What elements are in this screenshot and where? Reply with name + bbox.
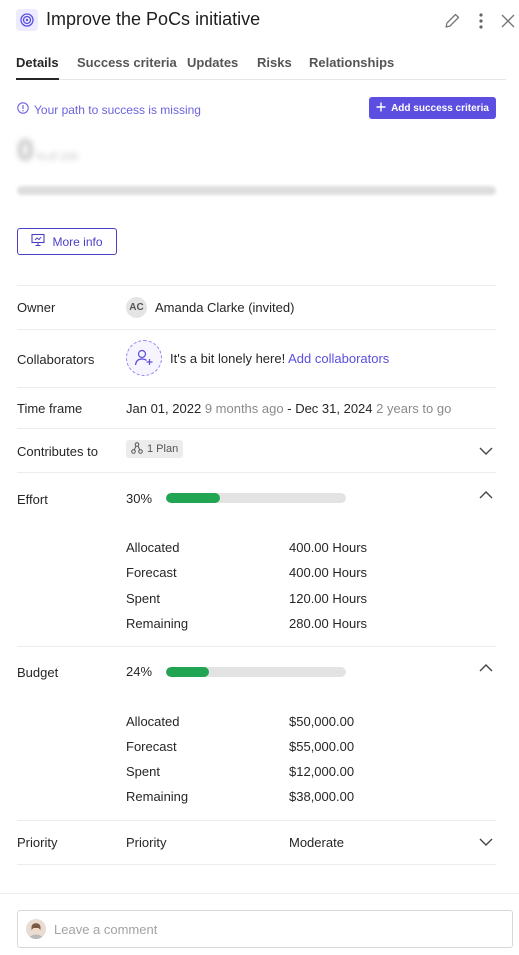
tab-relationships[interactable]: Relationships bbox=[309, 55, 394, 80]
avatar: AC bbox=[126, 297, 147, 318]
chevron-up-icon[interactable] bbox=[478, 487, 494, 503]
add-success-criteria-label: Add success criteria bbox=[391, 102, 489, 114]
presentation-icon bbox=[31, 233, 46, 250]
success-percent-unit: % bbox=[35, 151, 46, 163]
success-percent-value: 0 bbox=[17, 134, 34, 167]
success-percent: 0% of 100 bbox=[17, 134, 78, 168]
divider bbox=[17, 428, 496, 429]
divider bbox=[17, 820, 496, 821]
collaborators-empty-text: It's a bit lonely here! bbox=[170, 351, 286, 366]
divider bbox=[17, 285, 496, 286]
budget-allocated-value: $50,000.00 bbox=[289, 714, 355, 729]
close-icon[interactable] bbox=[497, 10, 519, 32]
budget-forecast-label: Forecast bbox=[126, 739, 177, 754]
chevron-down-icon[interactable] bbox=[478, 443, 494, 459]
effort-progress-bar bbox=[166, 493, 346, 503]
hierarchy-icon bbox=[131, 441, 143, 457]
effort-remaining-label: Remaining bbox=[126, 616, 189, 631]
effort-label: Effort bbox=[17, 492, 48, 507]
tab-updates[interactable]: Updates bbox=[187, 55, 238, 80]
priority-label: Priority bbox=[17, 835, 58, 850]
add-collaborators-link[interactable]: Add collaborators bbox=[288, 351, 389, 366]
tab-details[interactable]: Details bbox=[16, 55, 59, 80]
effort-forecast-label: Forecast bbox=[126, 565, 177, 580]
timeframe-label: Time frame bbox=[17, 401, 83, 416]
tab-risks[interactable]: Risks bbox=[257, 55, 292, 80]
owner-label: Owner bbox=[17, 300, 56, 315]
effort-percent: 30% bbox=[126, 491, 153, 506]
page-title: Improve the PoCs initiative bbox=[46, 9, 261, 29]
budget-remaining-value: $38,000.00 bbox=[289, 789, 355, 804]
effort-allocated-value: 400.00 Hours bbox=[289, 540, 368, 555]
add-user-icon[interactable] bbox=[126, 340, 162, 376]
avatar bbox=[26, 919, 46, 939]
effort-allocated-label: Allocated bbox=[126, 540, 180, 555]
plus-icon bbox=[376, 102, 386, 115]
goal-target-icon bbox=[16, 9, 38, 31]
divider bbox=[17, 864, 496, 865]
budget-allocated-label: Allocated bbox=[126, 714, 180, 729]
budget-percent: 24% bbox=[126, 664, 153, 679]
budget-spent-label: Spent bbox=[126, 764, 160, 779]
tab-bar: Details Success criteria Updates Risks R… bbox=[16, 55, 506, 80]
priority-value[interactable]: Moderate bbox=[289, 835, 344, 850]
divider bbox=[17, 472, 496, 473]
timeframe-end: Dec 31, 2024 bbox=[295, 401, 373, 416]
success-warning: Your path to success is missing bbox=[17, 102, 201, 117]
effort-spent-value: 120.00 Hours bbox=[289, 591, 368, 606]
more-info-label: More info bbox=[52, 234, 103, 249]
chevron-down-icon[interactable] bbox=[478, 834, 494, 850]
owner-name[interactable]: Amanda Clarke (invited) bbox=[155, 300, 294, 315]
effort-progress-fill bbox=[166, 493, 220, 503]
divider bbox=[17, 387, 496, 388]
plan-chip-label: 1 Plan bbox=[147, 443, 179, 455]
effort-remaining-value: 280.00 Hours bbox=[289, 616, 368, 631]
comment-box[interactable] bbox=[17, 910, 513, 948]
divider bbox=[17, 329, 496, 330]
budget-remaining-label: Remaining bbox=[126, 789, 189, 804]
budget-progress-fill bbox=[166, 667, 210, 677]
effort-forecast-value: 400.00 Hours bbox=[289, 565, 368, 580]
budget-spent-value: $12,000.00 bbox=[289, 764, 355, 779]
collaborators-label: Collaborators bbox=[17, 352, 95, 367]
more-vertical-icon[interactable] bbox=[470, 10, 492, 32]
divider bbox=[17, 646, 496, 647]
timeframe-start-relative: 9 months ago bbox=[204, 401, 284, 416]
effort-spent-label: Spent bbox=[126, 591, 160, 606]
priority-field-label: Priority bbox=[126, 835, 167, 850]
timeframe-start: Jan 01, 2022 bbox=[126, 401, 202, 416]
budget-label: Budget bbox=[17, 665, 59, 680]
warning-text: Your path to success is missing bbox=[34, 102, 201, 117]
edit-icon[interactable] bbox=[441, 10, 463, 32]
success-of-label: of 100 bbox=[47, 151, 79, 163]
budget-forecast-value: $55,000.00 bbox=[289, 739, 355, 754]
chevron-up-icon[interactable] bbox=[478, 660, 494, 676]
timeframe-separator: - bbox=[287, 401, 292, 416]
add-success-criteria-button[interactable]: Add success criteria bbox=[369, 97, 496, 119]
collaborators-empty: It's a bit lonely here! Add collaborator… bbox=[170, 351, 389, 366]
plan-chip[interactable]: 1 Plan bbox=[126, 440, 184, 458]
timeframe-end-relative: 2 years to go bbox=[376, 401, 452, 416]
budget-progress-bar bbox=[166, 667, 346, 677]
contributes-label: Contributes to bbox=[17, 444, 98, 459]
timeframe-value[interactable]: Jan 01, 2022 9 months ago - Dec 31, 2024… bbox=[126, 401, 451, 416]
more-info-button[interactable]: More info bbox=[17, 228, 117, 255]
success-progress-bar bbox=[17, 186, 496, 195]
panel-header: Improve the PoCs initiative bbox=[0, 0, 519, 44]
tab-success-criteria[interactable]: Success criteria bbox=[77, 55, 177, 80]
info-icon bbox=[17, 102, 29, 117]
comment-input[interactable] bbox=[54, 921, 494, 937]
